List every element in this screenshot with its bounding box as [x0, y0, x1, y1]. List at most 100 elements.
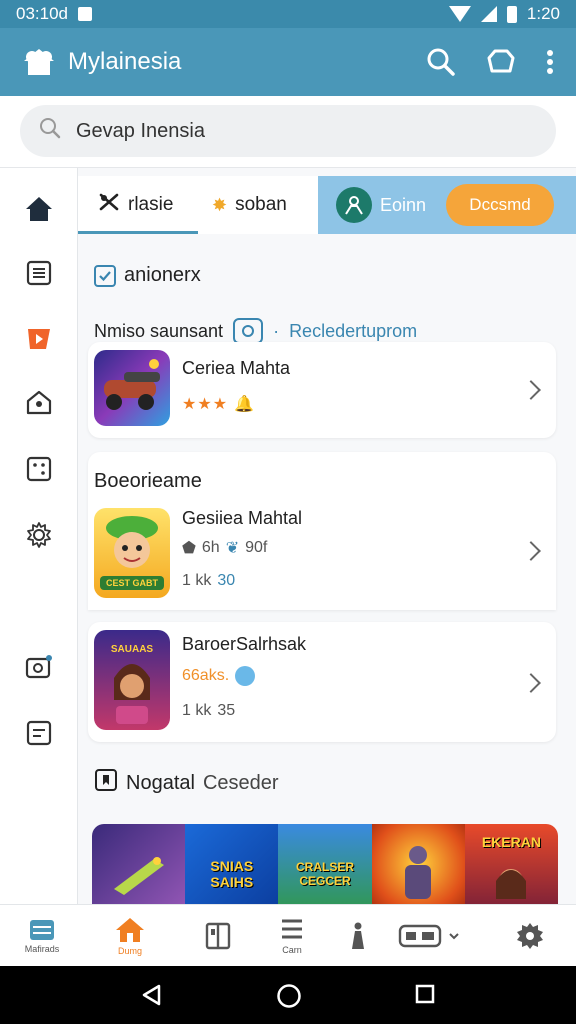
game-thumbnail: CEST GABT [94, 508, 170, 598]
nav-item-person[interactable] [328, 905, 388, 967]
thumbnail-label: CEST GABT [105, 578, 158, 588]
notification-bell-icon[interactable] [22, 386, 56, 420]
list-icon [282, 919, 302, 939]
checkbox-icon [94, 264, 116, 287]
tab-indicator [78, 231, 198, 234]
signal-icon [480, 6, 497, 22]
action-button[interactable]: Dccsmd [446, 184, 554, 226]
item-name: BaroerSalrhsak [182, 634, 307, 654]
tab-label: rlasie [128, 194, 174, 215]
nav-label: Carn [282, 945, 302, 955]
home-icon[interactable] [22, 192, 56, 226]
banner-text: SNIAS SAIHS [210, 858, 254, 890]
list-item[interactable]: Ceriea Mahta ★★★ 🔔 [88, 342, 556, 438]
home-icon [116, 918, 144, 942]
thumbnail-label: SAUAAS [110, 644, 154, 655]
recents-icon[interactable] [414, 983, 436, 1010]
section-title-2: Boeorieame [94, 470, 202, 493]
item-size: 1 kk [182, 702, 212, 719]
dice-icon[interactable] [22, 452, 56, 486]
banner-panel-2[interactable]: SNIAS SAIHS [185, 824, 279, 904]
search-container: Gevap Inensia [0, 96, 576, 168]
status-time-left: 03:10d [16, 4, 68, 23]
tag-icon: ⬟ [182, 540, 196, 557]
back-icon[interactable] [140, 983, 162, 1012]
system-nav-bar [0, 966, 576, 1024]
item-rating: ★★★ 🔔 [182, 394, 254, 414]
item-meta-2: 90f [245, 539, 268, 556]
notification-icon [78, 7, 92, 21]
note-icon[interactable] [22, 716, 56, 750]
tab-bar: rlasie ✸ soban Eoinn Dccsmd [78, 176, 576, 234]
puzzle-icon[interactable] [486, 47, 516, 77]
section-heading: anionerx [124, 264, 201, 286]
emoji-badge-icon [235, 666, 256, 686]
camera-badge-icon [233, 318, 264, 344]
app-bar: Mylainesia [0, 28, 576, 96]
video-play-icon[interactable] [22, 322, 56, 356]
grid-list-icon [30, 920, 54, 940]
item-meta-1: 66aks. [182, 667, 230, 684]
settings-icon [517, 923, 543, 949]
bell-badge-icon: 🔔 [234, 396, 254, 413]
nav-item-list[interactable]: Carn [262, 905, 322, 967]
list-item[interactable]: SAUAAS BaroerSalrhsak 66aks. 1 kk 35 [88, 622, 556, 742]
section-heading-suffix: Ceseder [202, 771, 279, 794]
banner-panel-3[interactable]: CRALSER CEGCER [278, 824, 372, 904]
item-stats: 1 kk 30 [182, 572, 235, 590]
bow-icon: ❦ [225, 540, 240, 557]
featured-banner[interactable]: SNIAS SAIHS CRALSER CEGCER EKERAN [92, 824, 558, 904]
bottom-nav: Mafirads Dumg Carn [0, 904, 576, 966]
home-button-icon[interactable] [276, 983, 302, 1014]
section-heading: Boeorieame [94, 470, 202, 492]
item-stats: 1 kk 35 [182, 702, 235, 720]
game-thumbnail: SAUAAS [94, 630, 170, 730]
banner-panel-4[interactable] [371, 824, 465, 904]
home-logo-icon[interactable] [22, 47, 56, 77]
more-vert-icon[interactable] [546, 49, 554, 75]
book-icon [205, 922, 231, 950]
nav-item-book[interactable] [188, 905, 248, 967]
status-bar: 03:10d 1:20 [0, 0, 576, 28]
tab-highlight[interactable]: Eoinn Dccsmd [318, 176, 576, 234]
dash-icon: · [273, 320, 280, 341]
nav-item-mafirads[interactable]: Mafirads [12, 905, 72, 967]
banner-panel-1[interactable] [92, 824, 186, 904]
item-name: Gesiiea Mahtal [182, 508, 303, 528]
search-icon[interactable] [426, 47, 456, 77]
tab-label: soban [235, 194, 287, 215]
wifi-icon [448, 6, 471, 22]
banner-text: CRALSER CEGCER [296, 860, 355, 888]
document-icon[interactable] [22, 256, 56, 290]
nav-item-settings[interactable] [500, 905, 560, 967]
nav-item-gamepad[interactable] [398, 905, 460, 967]
rating-stars: ★★★ [182, 396, 229, 413]
bookmark-icon [94, 768, 118, 798]
nav-item-home[interactable]: Dumg [100, 905, 160, 967]
status-time-right: 1:20 [526, 4, 560, 23]
crossed-icon [98, 192, 120, 218]
settings-gear-icon[interactable] [22, 518, 56, 552]
item-meta: 66aks. [182, 666, 256, 686]
chevron-right-icon [521, 673, 541, 693]
item-count: 30 [217, 572, 236, 589]
profile-avatar-icon [336, 187, 372, 223]
sub-link[interactable]: Recledertuprom [289, 321, 417, 342]
search-field-icon [38, 116, 62, 146]
tab-rlasie[interactable]: rlasie [98, 176, 173, 234]
game-thumbnail [94, 350, 170, 426]
highlight-label: Eoinn [380, 194, 427, 215]
chevron-right-icon [521, 380, 541, 400]
banner-text: EKERAN [481, 834, 541, 850]
banner-panel-5[interactable]: EKERAN [464, 824, 558, 904]
nav-label: Mafirads [24, 944, 60, 954]
sub-row: Nmiso saunsant · Recledertuprom [94, 318, 417, 344]
section-title-1: anionerx [94, 264, 201, 287]
search-input[interactable]: Gevap Inensia [20, 105, 556, 157]
section-heading: Nogatal [126, 771, 195, 794]
camera-icon[interactable] [22, 650, 56, 684]
section-title-3: Nogatal Ceseder [94, 768, 279, 798]
tab-soban[interactable]: ✸ soban [212, 176, 287, 234]
list-item[interactable]: CEST GABT Gesiiea Mahtal ⬟ 6h ❦ 90f 1 kk… [88, 498, 556, 610]
person-icon [352, 922, 364, 949]
